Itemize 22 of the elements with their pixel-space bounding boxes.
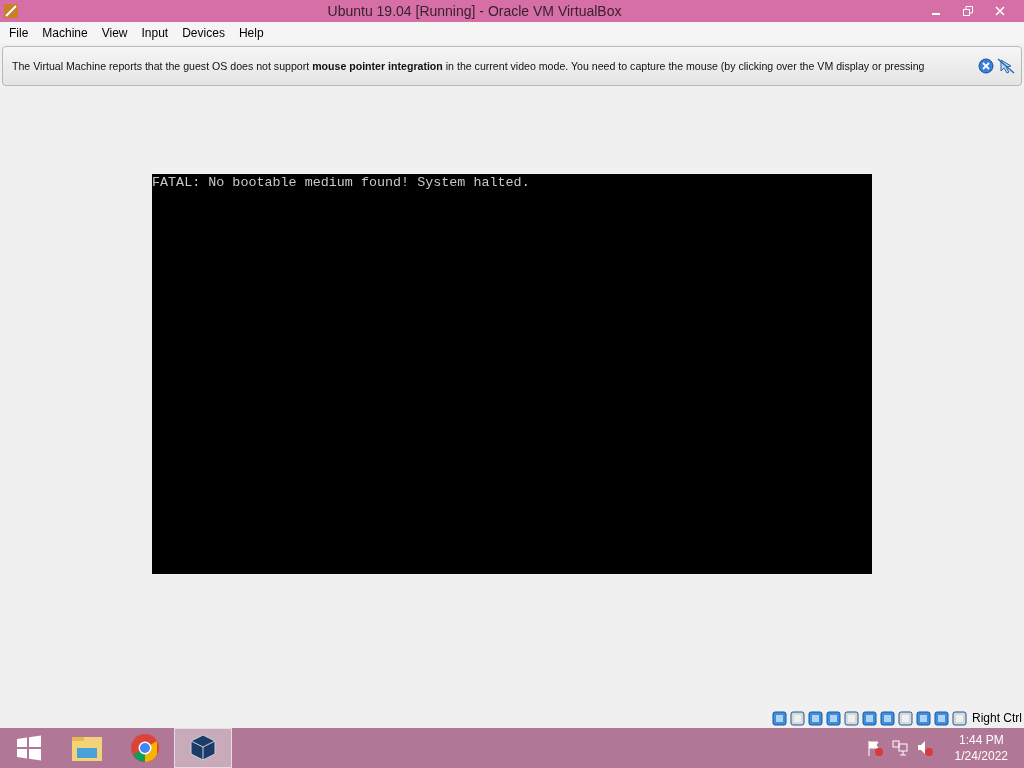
host-key-label: Right Ctrl [972,711,1022,725]
speaker-muted-icon[interactable] [915,739,934,757]
menu-item[interactable]: Input [134,26,176,40]
boot-error-text: FATAL: No bootable medium found! System halted. [152,174,531,190]
clock-date[interactable]: 1/24/2022 [954,748,1008,764]
clock-time[interactable]: 1:44 PM [958,732,1004,748]
restore-icon[interactable] [962,5,974,17]
flag-icon[interactable] [865,739,884,757]
virtualbox-taskbar-button[interactable] [174,728,232,768]
notification-text: The Virtual Machine reports that the guest OS does not support mouse pointer integration in the current video mode. You need to capture the mouse (by clicking over the VM display or pressing [12,60,926,72]
menu-item[interactable]: Help [231,26,271,40]
app-icon [3,3,19,19]
menu-item[interactable]: Devices [175,26,232,40]
menu-item[interactable]: View [94,26,135,40]
cube-icon [188,733,218,763]
close-icon[interactable] [978,58,994,74]
window-title: Ubuntu 19.04 [Running] - Oracle VM VirtualBox [326,3,623,19]
browser-icon [130,733,160,763]
vm-display[interactable]: FATAL: No bootable medium found! System halted. [152,174,872,574]
menu-item[interactable]: Machine [35,26,95,40]
menu-item[interactable]: File [2,26,36,40]
mouse-crossed-icon[interactable] [997,58,1015,74]
